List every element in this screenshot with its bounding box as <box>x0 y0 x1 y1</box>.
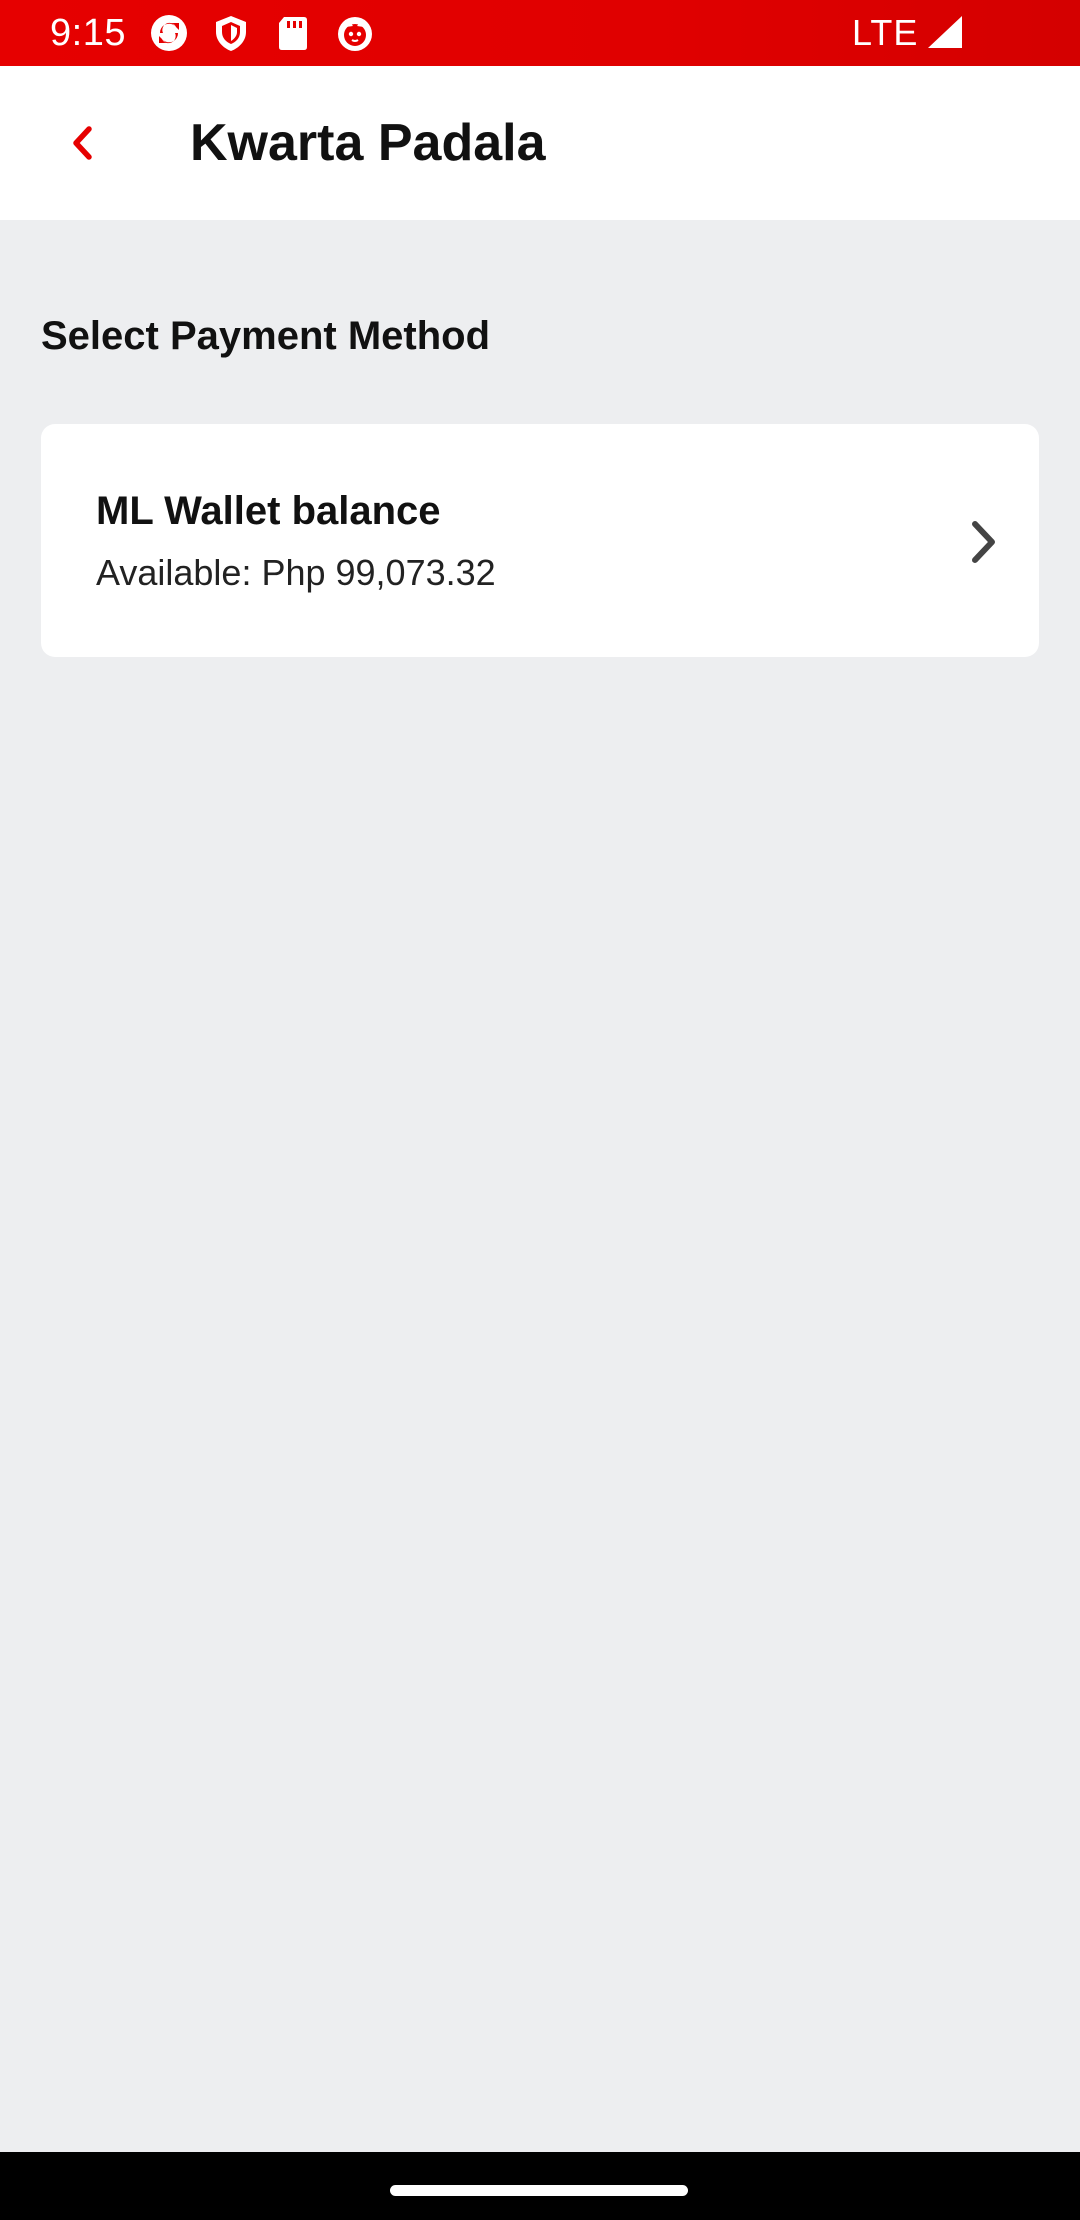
status-bar: 9:15 LTE <box>0 0 1080 66</box>
shield-icon <box>210 13 252 53</box>
payment-method-balance: Available: Php 99,073.32 <box>96 552 496 593</box>
section-heading: Select Payment Method <box>41 314 491 358</box>
app-bar: Kwarta Padala <box>0 66 1080 220</box>
notification-icons <box>148 13 376 53</box>
chevron-right-icon <box>961 514 1007 570</box>
payment-method-title: ML Wallet balance <box>96 489 441 533</box>
status-time: 9:15 <box>50 12 126 54</box>
payment-method-ml-wallet[interactable]: ML Wallet balance Available: Php 99,073.… <box>41 424 1039 657</box>
chevron-left-icon <box>73 126 92 160</box>
back-button[interactable] <box>50 111 114 175</box>
network-type: LTE <box>852 12 919 53</box>
home-indicator[interactable] <box>390 2185 688 2196</box>
page-title: Kwarta Padala <box>190 114 546 172</box>
sd-card-icon <box>272 13 314 53</box>
signal-icon <box>926 14 964 50</box>
cat-face-icon <box>334 13 376 53</box>
sync-app-icon <box>148 13 190 53</box>
screen: 9:15 LTE Kwarta Padala Select Payment Me… <box>0 0 1080 2220</box>
navigation-bar <box>0 2152 1080 2220</box>
